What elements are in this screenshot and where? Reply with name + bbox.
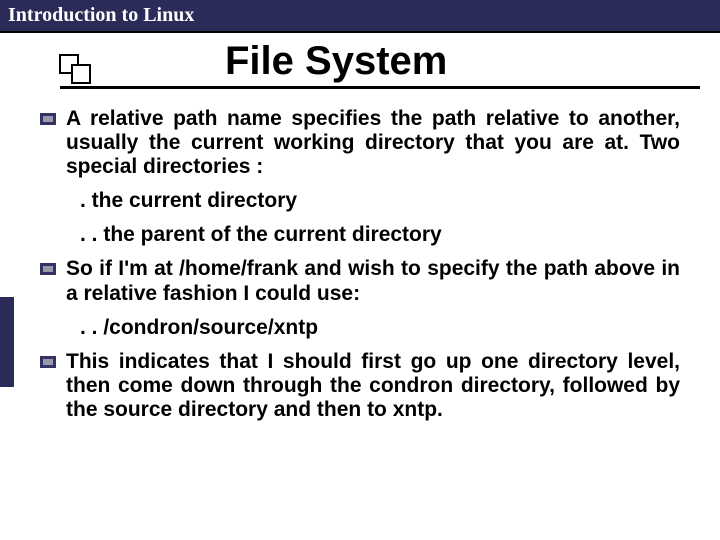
sub-item: . . /condron/source/xntp	[80, 316, 680, 340]
sub-item: . . the parent of the current directory	[80, 223, 680, 247]
header-bar: Introduction to Linux	[0, 0, 720, 33]
overlapping-squares-icon	[59, 54, 95, 82]
bullet-icon	[40, 113, 56, 125]
bullet-text: So if I'm at /home/frank and wish to spe…	[66, 257, 680, 305]
side-accent-band	[0, 297, 14, 387]
slide-content: A relative path name specifies the path …	[40, 107, 680, 422]
title-row: File System	[0, 39, 720, 84]
header-title: Introduction to Linux	[8, 4, 194, 26]
bullet-text: A relative path name specifies the path …	[66, 107, 680, 179]
bullet-item: This indicates that I should first go up…	[40, 350, 680, 422]
bullet-icon	[40, 356, 56, 368]
bullet-icon	[40, 263, 56, 275]
title-decoration	[0, 54, 95, 84]
title-underline	[60, 86, 700, 89]
bullet-item: So if I'm at /home/frank and wish to spe…	[40, 257, 680, 305]
bullet-text: This indicates that I should first go up…	[66, 350, 680, 422]
sub-item: . the current directory	[80, 189, 680, 213]
bullet-item: A relative path name specifies the path …	[40, 107, 680, 179]
slide-title: File System	[95, 39, 447, 84]
